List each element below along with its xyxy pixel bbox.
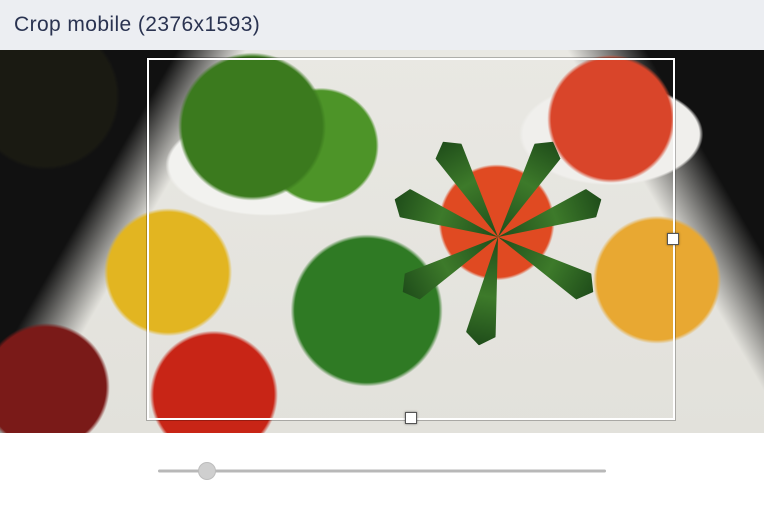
zoom-slider-track: [158, 470, 606, 473]
crop-canvas[interactable]: [0, 50, 764, 433]
crop-selection[interactable]: [147, 58, 675, 420]
zoom-slider[interactable]: [158, 462, 606, 480]
zoom-slider-thumb[interactable]: [198, 462, 216, 480]
header-bar: Crop mobile (2376x1593): [0, 0, 764, 50]
zoom-slider-area: [0, 433, 764, 509]
resize-handle-east[interactable]: [667, 233, 679, 245]
page-title: Crop mobile (2376x1593): [14, 13, 260, 37]
resize-handle-south[interactable]: [405, 412, 417, 424]
